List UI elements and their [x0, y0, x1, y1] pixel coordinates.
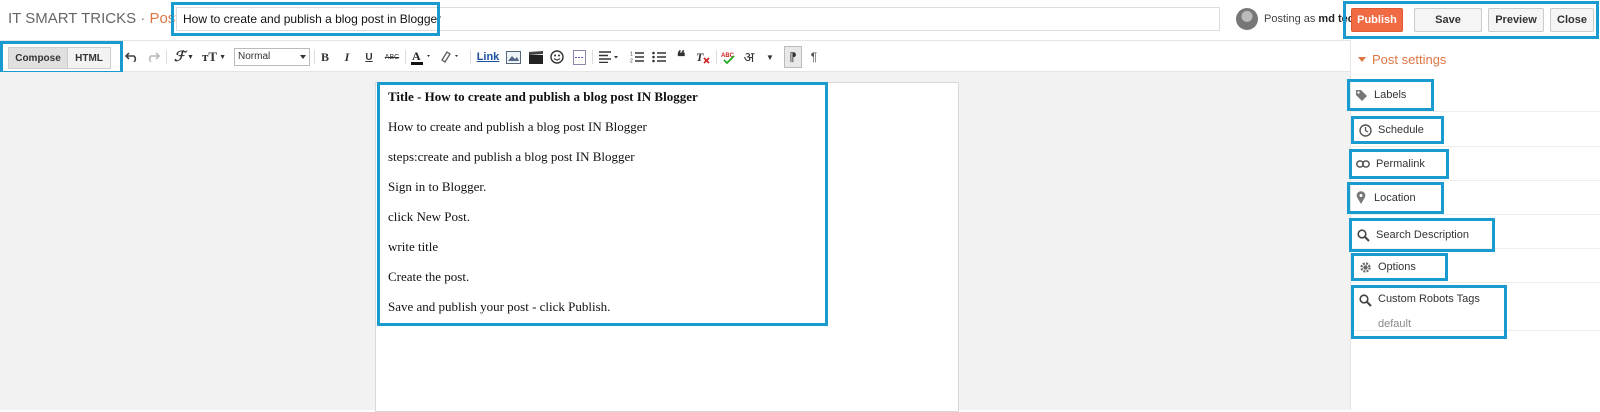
bold-button[interactable]: B — [318, 46, 332, 68]
link-button[interactable]: Link — [476, 46, 500, 68]
link-icon — [1356, 157, 1370, 171]
sidebar-item-label: Permalink — [1376, 158, 1425, 170]
content-paragraph[interactable]: write title — [388, 239, 438, 255]
ltr-direction-icon[interactable]: ⁋ — [784, 46, 802, 68]
content-paragraph[interactable]: click New Post. — [388, 209, 470, 225]
text-color-icon[interactable]: A — [410, 46, 434, 68]
blog-title[interactable]: IT SMART TRICKS · Post — [8, 10, 179, 27]
toolbar-divider — [470, 50, 471, 64]
sidebar-item-label: Labels — [1374, 89, 1407, 101]
tag-icon — [1354, 88, 1368, 102]
font-family-icon[interactable]: ℱ ▼ — [172, 46, 196, 68]
sidebar-item-options[interactable]: Options — [1351, 253, 1448, 281]
content-paragraph[interactable]: How to create and publish a blog post IN… — [388, 119, 647, 135]
html-mode-button[interactable]: HTML — [67, 47, 111, 69]
sidebar-item-labels[interactable]: Labels — [1347, 79, 1434, 111]
header-bar: IT SMART TRICKS · Post Posting as md tec… — [0, 0, 1600, 40]
bulleted-list-icon[interactable] — [651, 46, 667, 68]
title-highlight-box — [171, 2, 440, 36]
toolbar-divider — [314, 50, 315, 64]
gear-icon — [1358, 260, 1372, 274]
underline-button[interactable]: U — [362, 46, 376, 68]
clock-icon — [1358, 123, 1372, 137]
redo-icon[interactable] — [145, 46, 161, 68]
toolbar-divider — [405, 50, 406, 64]
font-size-select[interactable]: Normal — [234, 48, 310, 66]
sidebar-item-label: Options — [1378, 261, 1416, 273]
custom-robots-value: default — [1378, 318, 1412, 330]
video-icon[interactable] — [528, 46, 544, 68]
save-button[interactable]: Save — [1414, 8, 1482, 32]
sidebar-item-label: Search Description — [1376, 229, 1469, 241]
content-paragraph[interactable]: Sign in to Blogger. — [388, 179, 486, 195]
title-separator: · — [136, 10, 150, 27]
svg-text:T: T — [696, 50, 704, 64]
clear-formatting-icon[interactable]: T — [695, 46, 711, 68]
content-paragraph[interactable]: Create the post. — [388, 269, 469, 285]
publish-button[interactable]: Publish — [1351, 8, 1403, 32]
sidebar-item-label: Custom Robots Tags — [1378, 293, 1480, 305]
preview-button[interactable]: Preview — [1488, 8, 1544, 32]
close-button[interactable]: Close — [1550, 8, 1594, 32]
toolbar-divider — [716, 50, 717, 64]
content-paragraph[interactable]: Save and publish your post - click Publi… — [388, 299, 610, 315]
numbered-list-icon[interactable]: 12 — [629, 46, 645, 68]
sidebar-item-schedule[interactable]: Schedule — [1351, 116, 1444, 144]
toolbar-divider — [166, 50, 167, 64]
sidebar-item-search-description[interactable]: Search Description — [1349, 218, 1495, 252]
undo-icon[interactable] — [124, 46, 140, 68]
toolbar-divider — [592, 50, 593, 64]
highlight-color-icon[interactable] — [438, 46, 462, 68]
font-size-value: Normal — [238, 51, 271, 62]
compose-mode-button[interactable]: Compose — [8, 47, 68, 69]
search-icon — [1356, 228, 1370, 242]
post-settings-header[interactable]: Post settings — [1358, 52, 1446, 67]
text-size-icon[interactable]: тT ▼ — [200, 46, 228, 68]
spell-check-icon[interactable]: ABC — [720, 46, 738, 68]
rtl-direction-icon[interactable]: ¶ — [806, 46, 822, 68]
search-icon — [1358, 293, 1372, 307]
post-settings-title: Post settings — [1372, 52, 1447, 67]
input-tools-button[interactable]: अ — [740, 46, 758, 68]
sidebar-item-permalink[interactable]: Permalink — [1349, 149, 1449, 179]
map-pin-icon — [1354, 191, 1368, 205]
sidebar-item-label: Location — [1374, 192, 1416, 204]
editor-toolbar: Compose HTML ℱ ▼ тT ▼ Normal B I U ABC A L… — [0, 40, 1375, 74]
svg-text:2: 2 — [630, 59, 633, 64]
alignment-icon[interactable] — [598, 46, 622, 68]
jump-break-icon[interactable] — [571, 46, 587, 68]
emoji-icon[interactable] — [549, 46, 565, 68]
svg-text:1: 1 — [630, 52, 633, 58]
strikethrough-button[interactable]: ABC — [382, 46, 402, 68]
blog-name: IT SMART TRICKS — [8, 10, 137, 27]
sidebar-item-label: Schedule — [1378, 124, 1424, 136]
chevron-down-icon — [300, 55, 306, 59]
svg-text:A: A — [412, 49, 421, 63]
avatar[interactable] — [1236, 8, 1258, 30]
sidebar-item-custom-robots-tags[interactable]: Custom Robots Tags — [1351, 285, 1507, 339]
content-title[interactable]: Title - How to create and publish a blog… — [388, 89, 698, 105]
caret-down-icon — [1358, 57, 1366, 62]
posting-as-prefix: Posting as — [1264, 13, 1319, 25]
image-icon[interactable] — [505, 46, 521, 68]
content-paragraph[interactable]: steps:create and publish a blog post IN … — [388, 149, 635, 165]
sidebar-item-location[interactable]: Location — [1347, 182, 1444, 214]
chevron-down-icon[interactable]: ▼ — [764, 46, 776, 68]
quote-icon[interactable]: ❝ — [673, 46, 689, 68]
italic-button[interactable]: I — [340, 46, 354, 68]
